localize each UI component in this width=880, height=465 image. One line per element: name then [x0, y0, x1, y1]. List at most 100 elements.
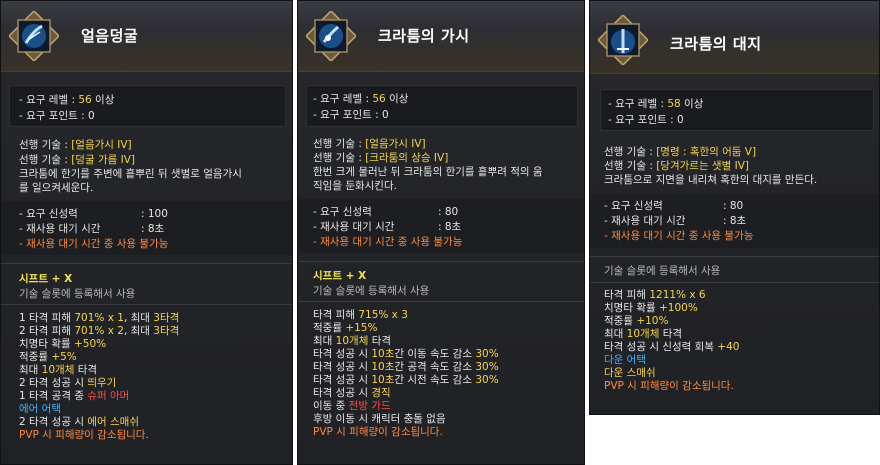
divinity-label: - 요구 신성력	[19, 208, 78, 220]
stat-line: 후방 이동 시 캐릭터 충돌 없음	[313, 413, 499, 426]
stat-segment: 적중률	[604, 315, 637, 327]
stat-list: 타격 피해 715% x 3 적중률 +15% 최대 10개체 타격 타격 성공 시 …	[313, 309, 499, 439]
stat-line: 타격 피해 1211% x 6	[604, 289, 739, 302]
stat-segment: 타격 피해	[313, 309, 359, 321]
stat-segment: 10개체	[335, 335, 369, 347]
tooltip-header: 크라툼의 가시	[298, 1, 584, 72]
stat-segment: 10개체	[626, 328, 660, 340]
stat-segment: , 최대	[123, 312, 154, 324]
stat-segment: +5%	[51, 351, 77, 363]
stat-segment: PVP 시 피해량이 감소됩니다.	[604, 380, 734, 392]
cooldown-restriction: - 재사용 대기 시간 중 사용 불가능	[19, 238, 169, 250]
stat-line: 다운 어택	[604, 354, 739, 367]
stat-segment: 치명타 확률	[19, 338, 74, 350]
stat-segment: 타격	[74, 364, 98, 376]
description-1: 한번 크게 물러난 뒤 크라툼의 한기를 흩뿌려 적의 움	[313, 166, 543, 178]
prereq-1: 선행 기술 : [얼음가시 IV]	[19, 139, 132, 151]
stat-line: PVP 시 피해량이 감소됩니다.	[19, 429, 179, 442]
shortcut-key: 시프트 + X	[313, 270, 367, 282]
stat-segment: +10%	[636, 315, 669, 327]
req-level: - 요구 레벨 : 58 이상	[608, 98, 704, 110]
stat-line: 적중률 +15%	[313, 322, 499, 335]
divinity-label: - 요구 신성력	[313, 206, 372, 218]
req-level: - 요구 레벨 : 56 이상	[19, 94, 115, 106]
description-1: 크라툼으로 지면을 내리쳐 혹한의 대지를 만든다.	[604, 174, 818, 186]
stat-line: 타격 성공 시 경직	[313, 387, 499, 400]
stat-line: 최대 10개체 타격	[604, 328, 739, 341]
skill-tooltip-kratum-thorn: 크라툼의 가시 - 요구 레벨 : 56 이상 - 요구 포인트 : 0 선행 …	[297, 0, 585, 465]
stat-segment: 타격	[368, 335, 392, 347]
stat-segment: 최대	[604, 328, 627, 340]
stat-segment: 타격 성공 시	[313, 361, 372, 373]
divinity-value: : 100	[141, 208, 168, 220]
stat-segment: 간 공격 속도 감소	[394, 361, 476, 373]
cooldown-value: : 8초	[723, 215, 747, 227]
stat-segment: 에어 어택	[19, 403, 61, 415]
skill-icon-kratum-earth	[596, 13, 650, 67]
divider	[590, 256, 879, 257]
description-2: 를 일으켜세운다.	[19, 182, 94, 194]
stat-line: 타격 피해 715% x 3	[313, 309, 499, 322]
prereq-1: 선행 기술 : [얼음가시 IV]	[313, 138, 426, 150]
cooldown-restriction: - 재사용 대기 시간 중 사용 불가능	[604, 230, 754, 242]
slot-register-hint: 기술 슬롯에 등록해서 사용	[604, 265, 721, 277]
cooldown-label: - 재사용 대기 시간	[604, 215, 686, 227]
stat-line: 1 타격 공격 중 슈퍼 아머	[19, 390, 179, 403]
stat-line: 에어 어택	[19, 403, 179, 416]
stat-line: 적중률 +5%	[19, 351, 179, 364]
stat-segment: 2 타격 성공 시	[19, 416, 88, 428]
prereq-1: 선행 기술 : [명령 : 혹한의 어둠 V]	[604, 146, 757, 158]
stat-segment: 적중률	[19, 351, 52, 363]
skill-title: 얼음덩굴	[81, 27, 139, 45]
stat-segment: 타격	[659, 328, 683, 340]
stat-line: 타격 성공 시 신성력 회복 +40	[604, 341, 739, 354]
stat-list: 타격 피해 1211% x 6 치명타 확률 +100% 적중률 +10% 최대 10…	[604, 289, 739, 393]
stat-segment: 타격 성공 시	[313, 387, 372, 399]
stat-line: 타격 성공 시 10초간 공격 속도 감소 30%	[313, 361, 499, 374]
cooldown-label: - 재사용 대기 시간	[313, 221, 395, 233]
stat-segment: 경직	[371, 387, 391, 399]
req-point: - 요구 포인트 : 0	[608, 114, 684, 126]
prereq-2: 선행 기술 : [덩굴 가름 IV]	[19, 154, 135, 166]
stat-segment: +100%	[658, 302, 698, 314]
stat-line: 최대 10개체 타격	[19, 364, 179, 377]
stat-segment: 2 타격 피해	[19, 325, 75, 337]
stat-segment: 적중률	[313, 322, 346, 334]
stat-line: 다운 스매쉬	[604, 367, 739, 380]
stat-segment: 슈퍼 아머	[87, 390, 130, 402]
stat-segment: 30%	[475, 348, 499, 360]
req-level: - 요구 레벨 : 56 이상	[313, 93, 409, 105]
stat-segment: 전방 가드	[348, 400, 391, 412]
stat-segment: 1 타격 피해	[19, 312, 75, 324]
skill-title: 크라툼의 가시	[378, 27, 470, 45]
cooldown-label: - 재사용 대기 시간	[19, 223, 101, 235]
tooltip-header: 크라툼의 대지	[590, 1, 879, 74]
stat-segment: 715% x 3	[358, 309, 408, 321]
stat-segment: 2 타격 성공 시	[19, 377, 88, 389]
stat-segment: PVP 시 피해량이 감소됩니다.	[313, 426, 443, 438]
shortcut-key: 시프트 + X	[19, 273, 73, 285]
stat-segment: 30%	[475, 374, 499, 386]
stat-segment: 간 이동 속도 감소	[394, 348, 476, 360]
stat-segment: 최대	[313, 335, 336, 347]
stat-segment: +40	[717, 341, 740, 353]
skill-icon-ice-vine	[7, 9, 61, 63]
stat-segment: 타격 성공 시	[313, 374, 372, 386]
skill-tooltip-ice-vine: 얼음덩굴 - 요구 레벨 : 56 이상 - 요구 포인트 : 0 선행 기술 …	[0, 0, 293, 465]
stat-segment: 701% x 2	[74, 325, 124, 337]
req-point: - 요구 포인트 : 0	[313, 109, 389, 121]
stat-segment: 701% x 1	[74, 312, 124, 324]
stat-segment: 다운 스매쉬	[604, 367, 656, 379]
stat-line: 타격 성공 시 10초간 이동 속도 감소 30%	[313, 348, 499, 361]
stat-segment: 후방 이동 시 캐릭터 충돌 없음	[313, 413, 446, 425]
stat-segment: 최대	[19, 364, 42, 376]
slot-register-hint: 기술 슬롯에 등록해서 사용	[19, 288, 136, 300]
description-1: 크라툼에 한기를 주변에 흩뿌린 뒤 샛별로 얼음가시	[19, 168, 242, 180]
divinity-value: : 80	[438, 206, 459, 218]
stat-line: 치명타 확률 +100%	[604, 302, 739, 315]
stat-list: 1 타격 피해 701% x 1, 최대 3타격 2 타격 피해 701% x 2…	[19, 312, 179, 442]
divinity-label: - 요구 신성력	[604, 200, 663, 212]
stat-line: 2 타격 피해 701% x 2, 최대 3타격	[19, 325, 179, 338]
stat-segment: 타격 성공 시 신성력 회복	[604, 341, 718, 353]
stat-segment: +50%	[73, 338, 107, 350]
